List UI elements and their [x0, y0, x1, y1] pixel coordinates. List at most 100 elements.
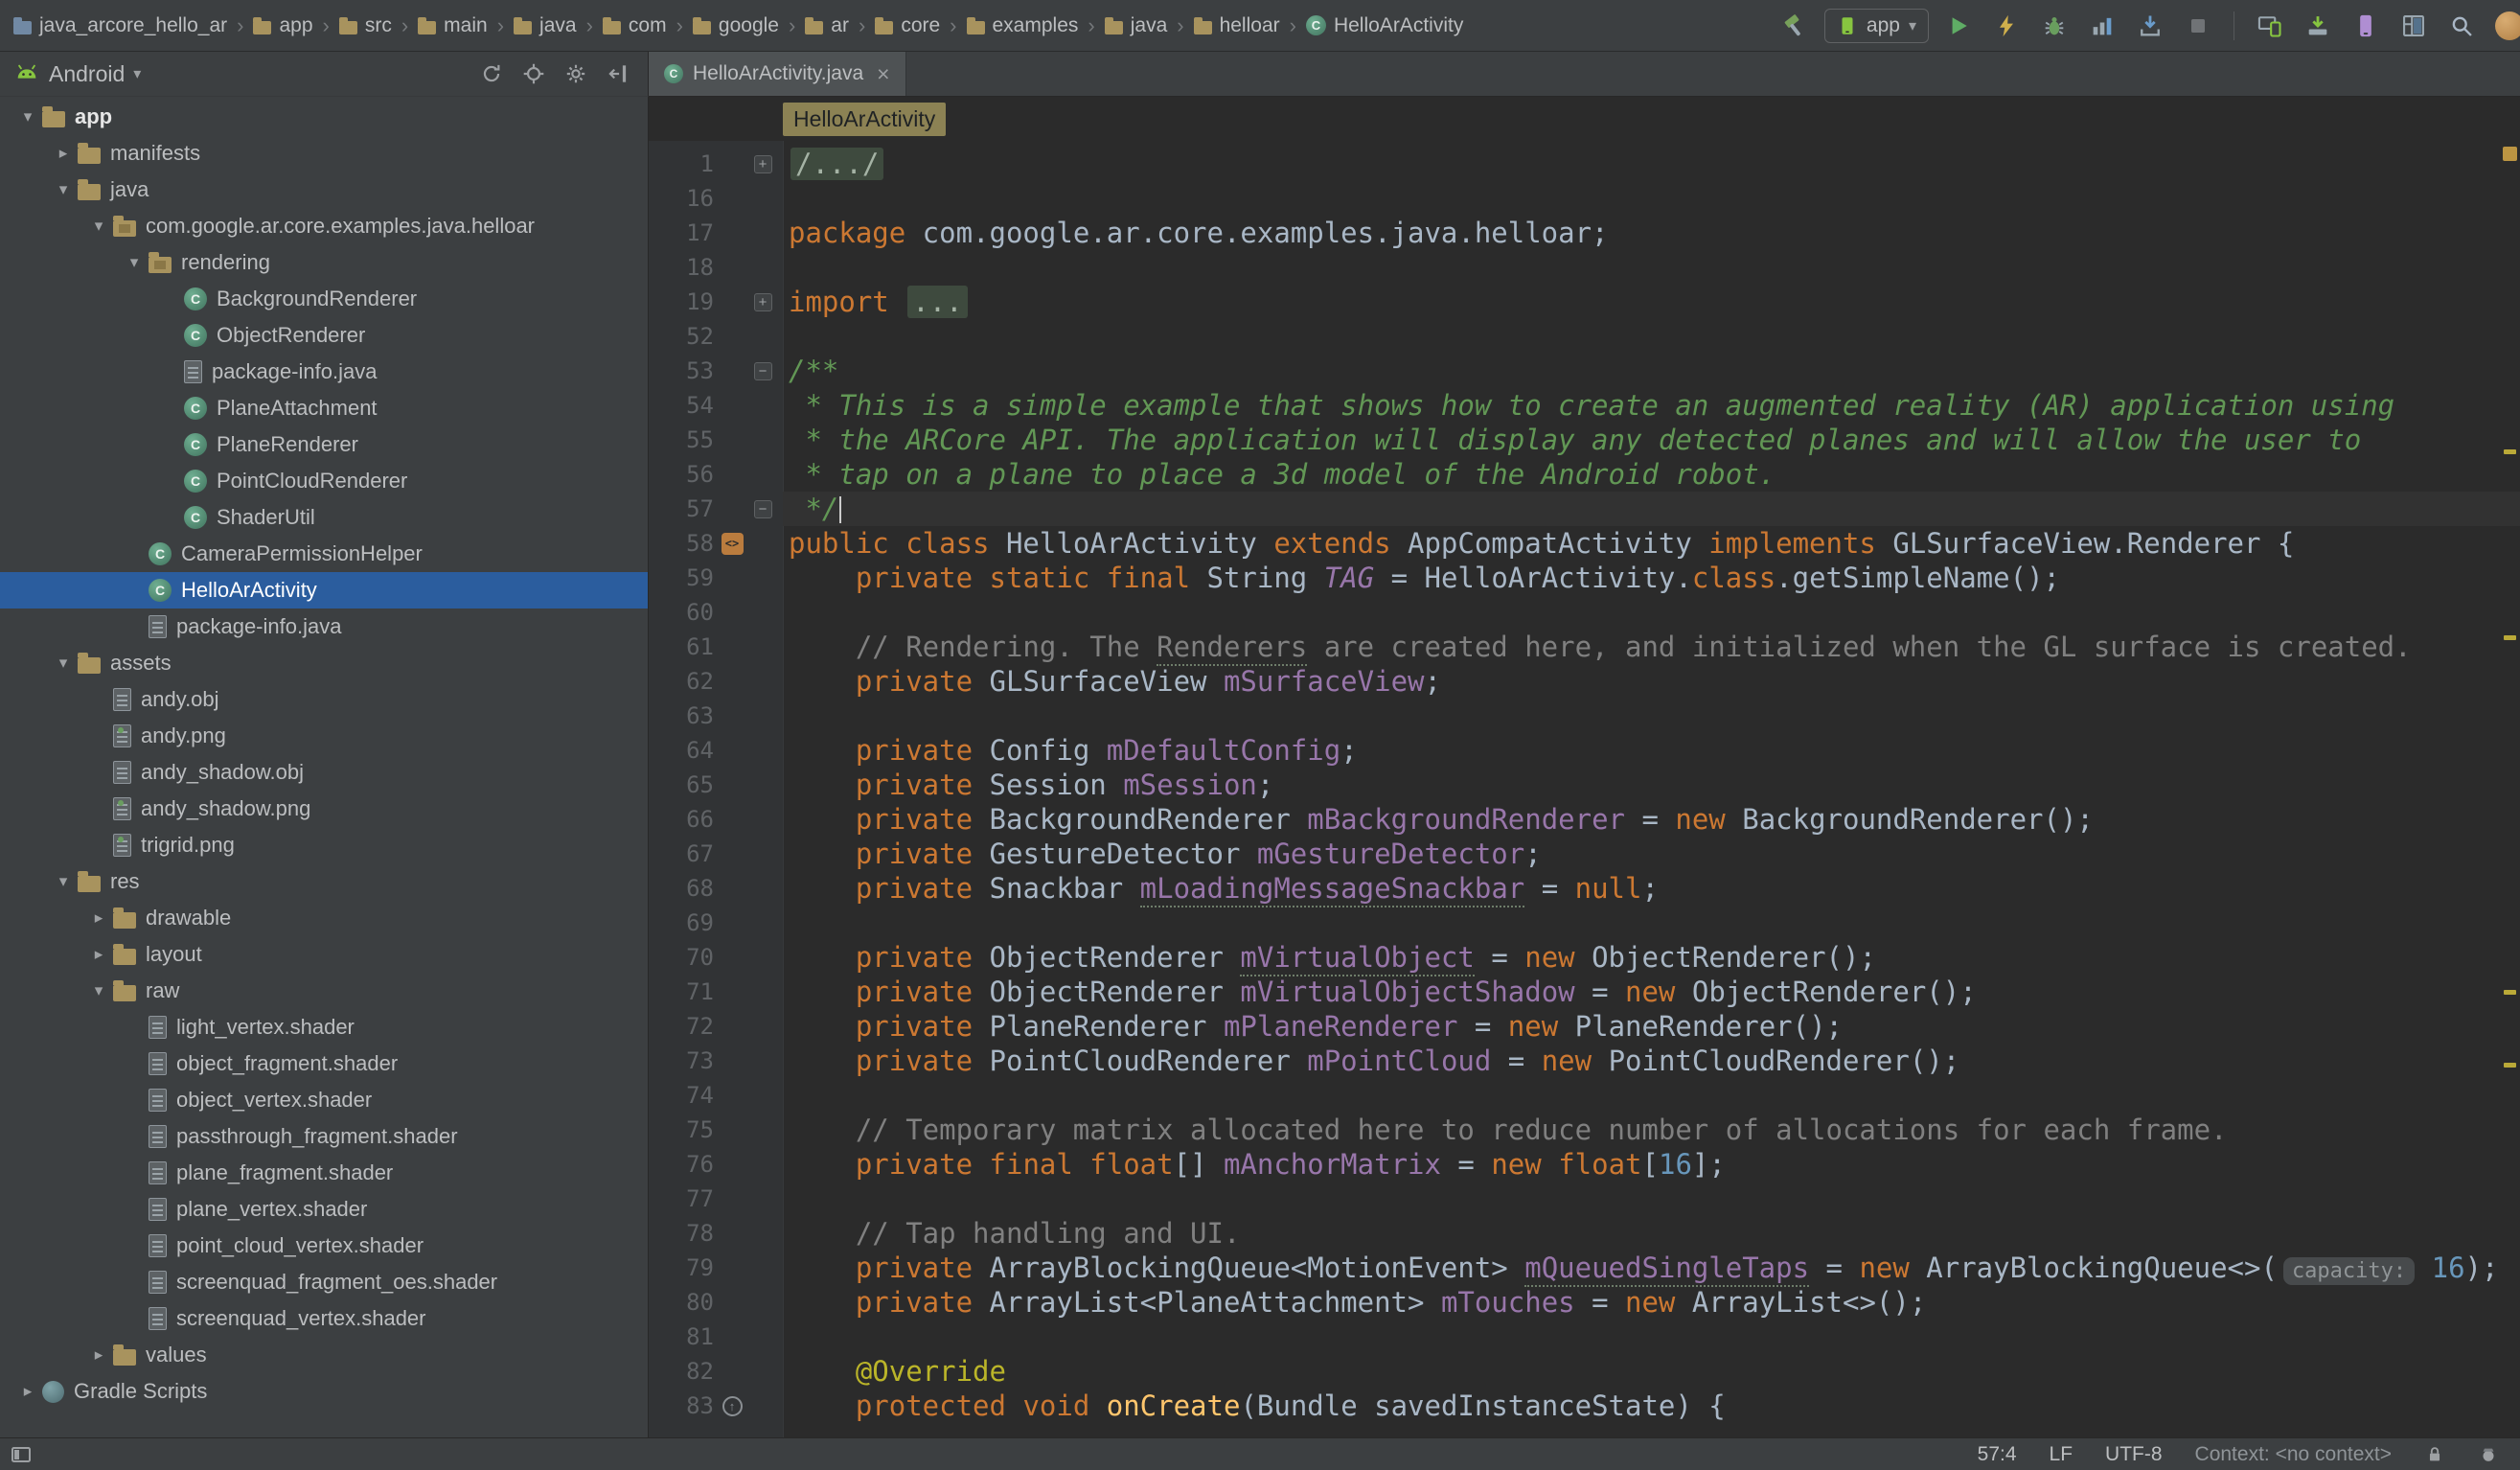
line-number[interactable]: 58 [656, 526, 714, 561]
tree-item-res[interactable]: ▾res [0, 863, 648, 900]
tree-item-screenquad-vertex-shader[interactable]: screenquad_vertex.shader [0, 1300, 648, 1337]
tree-item-planeattachment[interactable]: CPlaneAttachment [0, 390, 648, 426]
line-number[interactable]: 62 [656, 664, 714, 699]
line-number[interactable]: 18 [656, 250, 714, 285]
collapse-arrow-icon[interactable]: ▾ [13, 107, 42, 126]
line-number[interactable]: 17 [656, 216, 714, 250]
encoding-widget[interactable]: UTF-8 [2105, 1443, 2163, 1466]
inspections-indicator-icon[interactable] [2503, 147, 2517, 161]
line-number[interactable]: 54 [656, 388, 714, 423]
overriding-method-icon[interactable]: ↑ [722, 1396, 743, 1416]
stripe-warning-mark[interactable] [2504, 449, 2516, 454]
code-line[interactable]: 55 * the ARCore API. The application wil… [649, 423, 2520, 457]
code-line[interactable]: 67 private GestureDetector mGestureDetec… [649, 837, 2520, 871]
tree-item-objectrenderer[interactable]: CObjectRenderer [0, 317, 648, 354]
line-number[interactable]: 72 [656, 1009, 714, 1044]
code-line[interactable]: 53−/** [649, 354, 2520, 388]
tree-item-screenquad-fragment-oes-shader[interactable]: screenquad_fragment_oes.shader [0, 1264, 648, 1300]
apply-changes-icon[interactable] [1988, 8, 2025, 44]
sync-icon[interactable] [475, 57, 508, 90]
fold-expand-icon[interactable]: + [754, 155, 772, 173]
line-number[interactable]: 56 [656, 457, 714, 492]
stripe-warning-mark[interactable] [2504, 635, 2516, 640]
expand-arrow-icon[interactable]: ▸ [84, 908, 113, 928]
tree-item-raw[interactable]: ▾raw [0, 973, 648, 1009]
nav-crumb[interactable]: ar [805, 14, 849, 37]
code-line[interactable]: 71 private ObjectRenderer mVirtualObject… [649, 975, 2520, 1009]
hector-icon[interactable] [2478, 1444, 2499, 1465]
line-number[interactable]: 79 [656, 1251, 714, 1285]
line-number[interactable]: 80 [656, 1285, 714, 1320]
collapse-arrow-icon[interactable]: ▾ [84, 217, 113, 236]
tree-item-pointcloudrenderer[interactable]: CPointCloudRenderer [0, 463, 648, 499]
tree-item-plane-vertex-shader[interactable]: plane_vertex.shader [0, 1191, 648, 1228]
device-manager-icon[interactable] [2348, 8, 2384, 44]
code-line[interactable]: 54 * This is a simple example that shows… [649, 388, 2520, 423]
fold-collapse-icon[interactable]: − [754, 362, 772, 380]
tree-item-com-google-ar-core-examples-java-helloar[interactable]: ▾com.google.ar.core.examples.java.helloa… [0, 208, 648, 244]
tree-item-backgroundrenderer[interactable]: CBackgroundRenderer [0, 281, 648, 317]
fold-collapse-icon[interactable]: − [754, 500, 772, 518]
code-line[interactable]: 69 [649, 906, 2520, 940]
tree-item-point-cloud-vertex-shader[interactable]: point_cloud_vertex.shader [0, 1228, 648, 1264]
line-number[interactable]: 16 [656, 181, 714, 216]
fold-expand-icon[interactable]: + [754, 293, 772, 311]
code-line[interactable]: 82 @Override [649, 1354, 2520, 1389]
tree-item-andy-obj[interactable]: andy.obj [0, 681, 648, 718]
tree-item-andy-png[interactable]: andy.png [0, 718, 648, 754]
code-line[interactable]: 57− */ [649, 492, 2520, 526]
line-number[interactable]: 55 [656, 423, 714, 457]
nav-crumb[interactable]: main [418, 14, 488, 37]
tree-item-java[interactable]: ▾java [0, 172, 648, 208]
run-config-selector[interactable]: app ▾ [1824, 9, 1929, 43]
code-line[interactable]: 70 private ObjectRenderer mVirtualObject… [649, 940, 2520, 975]
code-line[interactable]: 18 [649, 250, 2520, 285]
code-line[interactable]: 83↑ protected void onCreate(Bundle saved… [649, 1389, 2520, 1423]
line-number[interactable]: 65 [656, 768, 714, 802]
line-number[interactable]: 64 [656, 733, 714, 768]
code-line[interactable]: 58<>public class HelloArActivity extends… [649, 526, 2520, 561]
line-number[interactable]: 67 [656, 837, 714, 871]
code-line[interactable]: 75 // Temporary matrix allocated here to… [649, 1113, 2520, 1147]
line-separator-widget[interactable]: LF [2050, 1443, 2073, 1466]
lock-icon[interactable] [2424, 1444, 2445, 1465]
line-number[interactable]: 52 [656, 319, 714, 354]
settings-gear-icon[interactable] [560, 57, 592, 90]
line-number[interactable]: 83 [656, 1389, 714, 1423]
go-to-related-icon[interactable]: <> [722, 533, 744, 555]
line-number[interactable]: 63 [656, 699, 714, 733]
tree-item-camerapermissionhelper[interactable]: CCameraPermissionHelper [0, 536, 648, 572]
tree-item-gradle-scripts[interactable]: ▸Gradle Scripts [0, 1373, 648, 1410]
stripe-warning-mark[interactable] [2504, 1063, 2516, 1068]
close-icon[interactable]: × [877, 61, 889, 87]
code-line[interactable]: 1+/.../ [649, 147, 2520, 181]
line-number[interactable]: 78 [656, 1216, 714, 1251]
tree-item-shaderutil[interactable]: CShaderUtil [0, 499, 648, 536]
code-line[interactable]: 79 private ArrayBlockingQueue<MotionEven… [649, 1251, 2520, 1285]
code-area[interactable]: 1+/.../1617package com.google.ar.core.ex… [649, 141, 2520, 1437]
stop-button[interactable] [2180, 8, 2216, 44]
line-number[interactable]: 81 [656, 1320, 714, 1354]
nav-crumb[interactable]: src [339, 14, 392, 37]
line-number[interactable]: 1 [656, 147, 714, 181]
code-line[interactable]: 16 [649, 181, 2520, 216]
nav-crumb[interactable]: helloar [1194, 14, 1280, 37]
caret-position-widget[interactable]: 57:4 [1978, 1443, 2017, 1466]
code-line[interactable]: 59 private static final String TAG = Hel… [649, 561, 2520, 595]
line-number[interactable]: 73 [656, 1044, 714, 1078]
nav-crumb[interactable]: com [603, 14, 667, 37]
code-line[interactable]: 65 private Session mSession; [649, 768, 2520, 802]
locate-file-icon[interactable] [517, 57, 550, 90]
expand-arrow-icon[interactable]: ▸ [13, 1382, 42, 1401]
profiler-button[interactable] [2084, 8, 2120, 44]
debug-button[interactable] [2036, 8, 2073, 44]
code-line[interactable]: 68 private Snackbar mLoadingMessageSnack… [649, 871, 2520, 906]
tree-item-object-vertex-shader[interactable]: object_vertex.shader [0, 1082, 648, 1118]
tree-item-planerenderer[interactable]: CPlaneRenderer [0, 426, 648, 463]
line-number[interactable]: 70 [656, 940, 714, 975]
code-line[interactable]: 73 private PointCloudRenderer mPointClou… [649, 1044, 2520, 1078]
attach-debugger-icon[interactable] [2132, 8, 2168, 44]
tree-item-values[interactable]: ▸values [0, 1337, 648, 1373]
code-line[interactable]: 80 private ArrayList<PlaneAttachment> mT… [649, 1285, 2520, 1320]
collapse-arrow-icon[interactable]: ▾ [49, 654, 78, 673]
